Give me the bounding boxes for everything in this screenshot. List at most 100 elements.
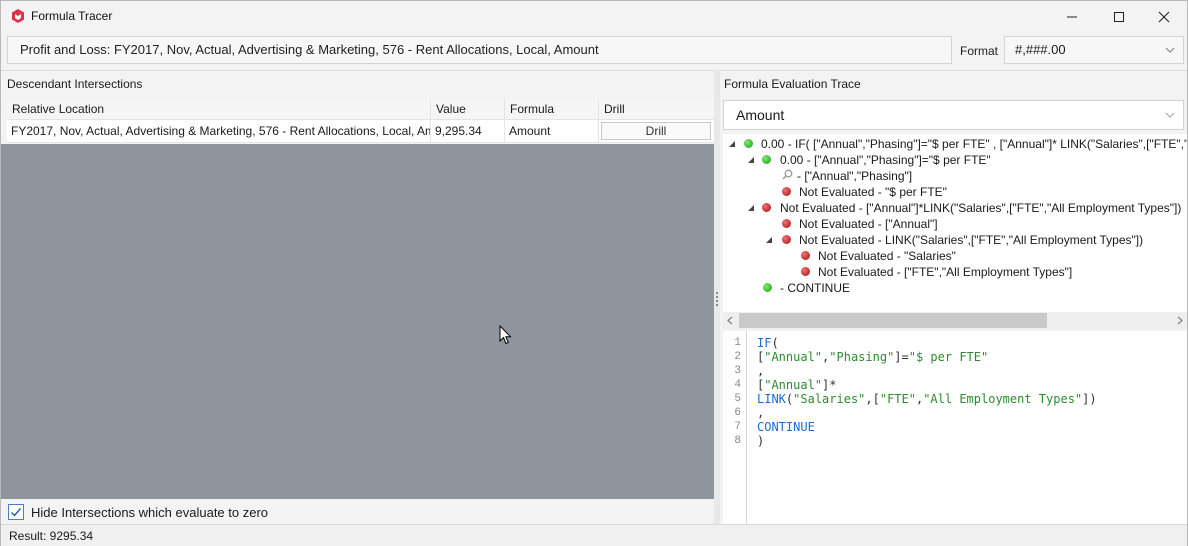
- table-row[interactable]: FY2017, Nov, Actual, Advertising & Marke…: [7, 120, 714, 143]
- tree-node[interactable]: Not Evaluated - ["Annual"]: [799, 216, 938, 232]
- hide-zero-checkbox[interactable]: [8, 504, 24, 520]
- tree-node[interactable]: Not Evaluated - "$ per FTE": [799, 184, 947, 200]
- chevron-down-icon: [1165, 47, 1175, 53]
- line-number: 2: [734, 351, 741, 363]
- status-ok-icon: [762, 155, 771, 164]
- code-token: "Annual": [764, 378, 823, 392]
- code-token: "$ per FTE": [908, 350, 989, 364]
- code-line: ): [757, 434, 764, 448]
- evaluation-tree: 0.00 - IF( ["Annual","Phasing"]="$ per F…: [723, 134, 1187, 312]
- code-token: ,[: [865, 392, 880, 406]
- status-error-icon: [782, 187, 791, 196]
- checkmark-icon: [11, 508, 22, 517]
- status-error-icon: [762, 203, 771, 212]
- code-line: ,: [757, 406, 764, 420]
- formula-evaluation-trace-pane: Formula Evaluation Trace Amount 0.00 - I…: [720, 70, 1187, 525]
- code-line: ["Annual","Phasing"]="$ per FTE": [757, 350, 988, 364]
- grid-header: Relative Location Value Formula Drill: [7, 99, 714, 120]
- format-select[interactable]: #,###.00: [1004, 36, 1184, 64]
- line-number: 1: [734, 337, 741, 349]
- maximize-button[interactable]: [1096, 1, 1142, 32]
- expander-icon[interactable]: [765, 236, 773, 244]
- splitter-grip-icon: [716, 292, 718, 306]
- empty-grid-area: [1, 144, 714, 499]
- formula-tracer-window: Formula Tracer Profit and Loss: FY2017, …: [0, 0, 1188, 546]
- expander-icon[interactable]: [728, 140, 736, 148]
- expander-icon[interactable]: [747, 156, 755, 164]
- pov-row: Profit and Loss: FY2017, Nov, Actual, Ad…: [1, 32, 1187, 70]
- line-number: 7: [734, 421, 741, 433]
- code-line: IF(: [757, 336, 779, 350]
- column-header-value[interactable]: Value: [431, 99, 505, 119]
- pov-field[interactable]: Profit and Loss: FY2017, Nov, Actual, Ad…: [7, 36, 952, 64]
- status-error-icon: [801, 251, 810, 260]
- code-line: ["Annual"]*: [757, 378, 836, 392]
- close-icon: [1158, 11, 1170, 22]
- tree-node[interactable]: - CONTINUE: [780, 280, 850, 296]
- tree-node[interactable]: 0.00 - IF( ["Annual","Phasing"]="$ per F…: [761, 136, 1187, 152]
- minimize-icon: [1067, 16, 1077, 17]
- descendant-intersections-pane: Descendant Intersections Relative Locati…: [1, 70, 714, 525]
- window-title: Formula Tracer: [31, 9, 113, 23]
- status-ok-icon: [763, 283, 772, 292]
- scroll-left-icon[interactable]: [727, 316, 733, 325]
- column-header-formula[interactable]: Formula: [505, 99, 599, 119]
- cell-formula: Amount: [505, 120, 599, 142]
- status-error-icon: [782, 219, 791, 228]
- code-token: "All Employment Types": [923, 392, 1083, 406]
- column-header-relative-location[interactable]: Relative Location: [7, 99, 431, 119]
- code-token: LINK: [757, 392, 786, 406]
- member-select[interactable]: Amount: [723, 100, 1184, 130]
- status-bar: Result: 9295.34: [1, 524, 1187, 546]
- line-number: 8: [734, 435, 741, 447]
- code-token: ,: [757, 406, 765, 420]
- descendants-grid: Relative Location Value Formula Drill FY…: [7, 99, 714, 143]
- code-token: "Phasing": [829, 350, 895, 364]
- title-bar: Formula Tracer: [1, 1, 1187, 32]
- expander-icon[interactable]: [747, 204, 755, 212]
- status-ok-icon: [744, 139, 753, 148]
- tree-node[interactable]: 0.00 - ["Annual","Phasing"]="$ per FTE": [780, 152, 991, 168]
- code-token: "FTE": [879, 392, 916, 406]
- code-token: ]): [1082, 392, 1097, 406]
- scrollbar-thumb[interactable]: [739, 313, 1047, 328]
- code-token: CONTINUE: [757, 420, 815, 434]
- code-token: ): [757, 434, 765, 448]
- format-label: Format: [960, 44, 999, 58]
- line-number: 4: [734, 379, 741, 391]
- close-button[interactable]: [1141, 1, 1187, 32]
- hide-zero-label: Hide Intersections which evaluate to zer…: [31, 505, 269, 520]
- maximize-icon: [1114, 11, 1124, 22]
- code-token: "Annual": [764, 350, 823, 364]
- chevron-down-icon: [1165, 112, 1175, 118]
- code-token: ]=: [894, 350, 909, 364]
- line-number-gutter: 1 2 3 4 5 6 7 8: [723, 331, 747, 525]
- code-token: IF: [757, 336, 772, 350]
- horizontal-scrollbar[interactable]: [723, 312, 1187, 329]
- tree-node[interactable]: Not Evaluated - "Salaries": [818, 248, 956, 264]
- minimize-button[interactable]: [1049, 1, 1095, 32]
- mouse-cursor-icon: [499, 325, 512, 345]
- code-line: CONTINUE: [757, 420, 815, 434]
- code-line: LINK("Salaries",["FTE","All Employment T…: [757, 392, 1097, 406]
- tree-node[interactable]: - ["Annual","Phasing"]: [797, 168, 912, 184]
- descendants-title: Descendant Intersections: [7, 77, 143, 91]
- magnifier-icon: [782, 169, 793, 180]
- formula-editor[interactable]: 1 2 3 4 5 6 7 8 IF( ["Annual","Phasing"]…: [723, 331, 1187, 525]
- line-number: 5: [734, 393, 741, 405]
- scroll-right-icon[interactable]: [1177, 316, 1183, 325]
- trace-title: Formula Evaluation Trace: [724, 77, 861, 91]
- tree-node[interactable]: Not Evaluated - LINK("Salaries",["FTE","…: [799, 232, 1143, 248]
- code-token: (: [771, 336, 779, 350]
- cell-relative-location: FY2017, Nov, Actual, Advertising & Marke…: [7, 120, 431, 142]
- tree-node[interactable]: Not Evaluated - ["Annual"]*LINK("Salarie…: [780, 200, 1181, 216]
- column-header-drill[interactable]: Drill: [599, 99, 714, 119]
- code-line: ,: [757, 364, 764, 378]
- cell-value: 9,295.34: [431, 120, 505, 142]
- drill-button[interactable]: Drill: [601, 122, 711, 140]
- app-logo-icon: [12, 9, 24, 23]
- line-number: 6: [734, 407, 741, 419]
- status-error-icon: [801, 267, 810, 276]
- hide-zero-row: Hide Intersections which evaluate to zer…: [1, 499, 714, 525]
- tree-node[interactable]: Not Evaluated - ["FTE","All Employment T…: [818, 264, 1072, 280]
